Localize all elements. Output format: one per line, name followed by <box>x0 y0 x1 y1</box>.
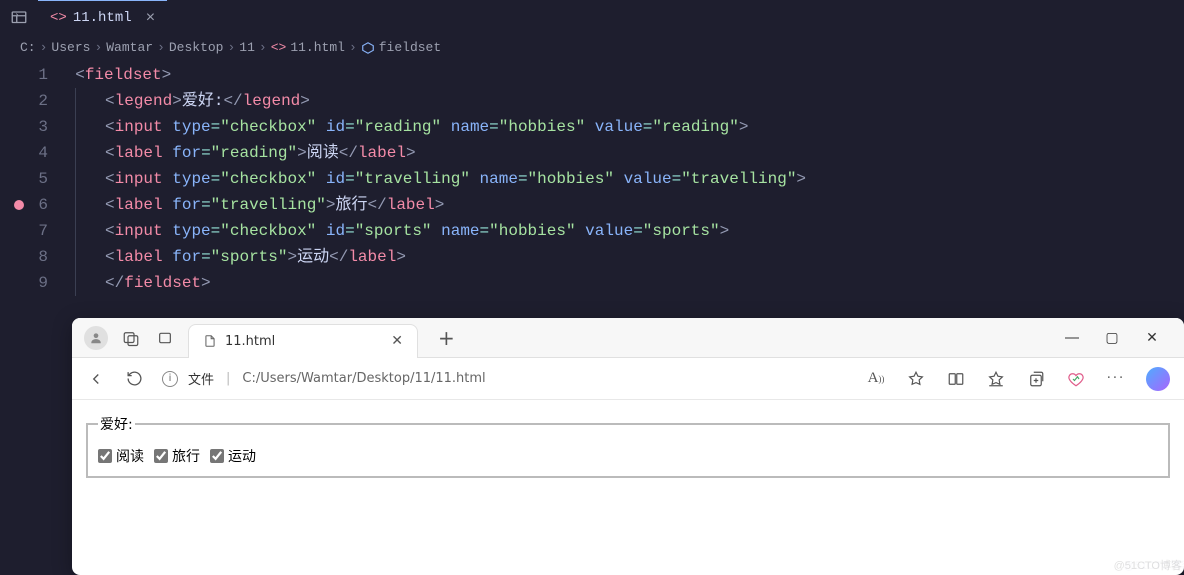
html-file-icon: <> <box>271 40 287 55</box>
chevron-right-icon: › <box>259 40 267 55</box>
code-content: <legend>爱好:</legend> <box>56 88 310 114</box>
code-content: <label for="sports">运动</label> <box>56 244 406 270</box>
browser-tab-title: 11.html <box>225 334 275 349</box>
breadcrumb-part[interactable]: C: <box>20 40 36 55</box>
url-scheme-label: 文件 <box>188 369 214 388</box>
browser-title-bar: 11.html ✕ + ― ▢ ✕ <box>72 318 1184 358</box>
checkbox-sports-label[interactable]: 运动 <box>210 446 256 466</box>
checkbox-travelling[interactable] <box>154 449 168 463</box>
profile-icon[interactable] <box>84 326 108 350</box>
collections-icon[interactable] <box>1026 370 1046 388</box>
checkbox-reading[interactable] <box>98 449 112 463</box>
tab-close-icon[interactable]: × <box>146 9 156 27</box>
browser-toolbar: i 文件 | C:/Users/Wamtar/Desktop/11/11.htm… <box>72 358 1184 400</box>
browser-tab[interactable]: 11.html ✕ <box>188 324 418 358</box>
address-bar[interactable]: i 文件 | C:/Users/Wamtar/Desktop/11/11.htm… <box>162 369 486 388</box>
watermark: @51CTO博客 <box>1114 557 1182 573</box>
line-number[interactable]: 2 <box>0 88 56 114</box>
read-aloud-icon[interactable]: A)) <box>866 370 886 387</box>
window-controls: ― ▢ ✕ <box>1064 330 1172 346</box>
minimize-button[interactable]: ― <box>1064 330 1080 346</box>
checkbox-travelling-label[interactable]: 旅行 <box>154 446 200 466</box>
code-content: <input type="checkbox" id="travelling" n… <box>56 166 806 192</box>
url-path: C:/Users/Wamtar/Desktop/11/11.html <box>242 371 485 386</box>
copilot-icon[interactable] <box>1146 367 1170 391</box>
split-screen-icon[interactable] <box>946 370 966 388</box>
chevron-right-icon: › <box>227 40 235 55</box>
line-number[interactable]: 5 <box>0 166 56 192</box>
new-tab-button[interactable]: + <box>430 326 463 350</box>
editor-tab-label: 11.html <box>73 10 132 26</box>
breakpoint-icon[interactable] <box>14 200 24 210</box>
line-number[interactable]: 4 <box>0 140 56 166</box>
line-number[interactable]: 8 <box>0 244 56 270</box>
info-icon[interactable]: i <box>162 371 178 387</box>
layout-icon[interactable] <box>8 7 30 29</box>
refresh-button[interactable] <box>124 370 144 387</box>
favorite-icon[interactable] <box>906 370 926 388</box>
editor-tab-11-html[interactable]: <> 11.html × <box>38 0 167 35</box>
html-file-icon: <> <box>50 10 67 26</box>
chevron-right-icon: › <box>94 40 102 55</box>
close-icon[interactable]: ✕ <box>391 333 403 349</box>
breadcrumb-part[interactable]: 11 <box>239 40 255 55</box>
line-number[interactable]: 3 <box>0 114 56 140</box>
checkbox-reading-label[interactable]: 阅读 <box>98 446 144 466</box>
breadcrumb-part[interactable]: Desktop <box>169 40 224 55</box>
back-button[interactable] <box>86 370 106 388</box>
line-number[interactable]: 6 <box>0 192 56 218</box>
chevron-right-icon: › <box>157 40 165 55</box>
favorites-bar-icon[interactable] <box>986 370 1006 388</box>
performance-icon[interactable] <box>1066 370 1086 388</box>
browser-window: 11.html ✕ + ― ▢ ✕ i 文件 | C:/Users/Wamtar… <box>72 318 1184 575</box>
line-number[interactable]: 7 <box>0 218 56 244</box>
breadcrumb-part[interactable]: Wamtar <box>106 40 153 55</box>
breadcrumb-part[interactable]: Users <box>51 40 90 55</box>
code-content: <input type="checkbox" id="sports" name=… <box>56 218 729 244</box>
maximize-button[interactable]: ▢ <box>1104 330 1120 346</box>
code-content: <label for="reading">阅读</label> <box>56 140 416 166</box>
breadcrumb-part[interactable]: 11.html <box>290 40 345 55</box>
chevron-right-icon: › <box>40 40 48 55</box>
page-icon <box>203 334 217 348</box>
chevron-right-icon: › <box>349 40 357 55</box>
close-button[interactable]: ✕ <box>1144 330 1160 346</box>
url-separator: | <box>226 371 230 386</box>
code-content: <label for="travelling">旅行</label> <box>56 192 444 218</box>
tab-actions-icon[interactable] <box>154 327 176 349</box>
fieldset-legend: 爱好: <box>98 414 135 434</box>
line-number[interactable]: 1 <box>0 62 56 88</box>
workspaces-icon[interactable] <box>120 327 142 349</box>
breadcrumb-part[interactable]: fieldset <box>379 40 441 55</box>
line-number[interactable]: 9 <box>0 270 56 296</box>
symbol-icon <box>361 41 375 55</box>
more-icon[interactable]: ··· <box>1106 371 1126 386</box>
code-content: </fieldset> <box>56 270 211 296</box>
breadcrumb[interactable]: C:› Users› Wamtar› Desktop› 11› <> 11.ht… <box>0 35 1184 60</box>
hobbies-fieldset: 爱好: 阅读 旅行 运动 <box>86 414 1170 478</box>
checkbox-sports[interactable] <box>210 449 224 463</box>
code-content: <fieldset> <box>56 62 171 88</box>
vscode-tab-bar: <> 11.html × <box>0 0 1184 35</box>
code-content: <input type="checkbox" id="reading" name… <box>56 114 748 140</box>
code-editor[interactable]: 1 <fieldset> 2 <legend>爱好:</legend> 3 <i… <box>0 60 1184 306</box>
page-content: 爱好: 阅读 旅行 运动 <box>72 400 1184 575</box>
